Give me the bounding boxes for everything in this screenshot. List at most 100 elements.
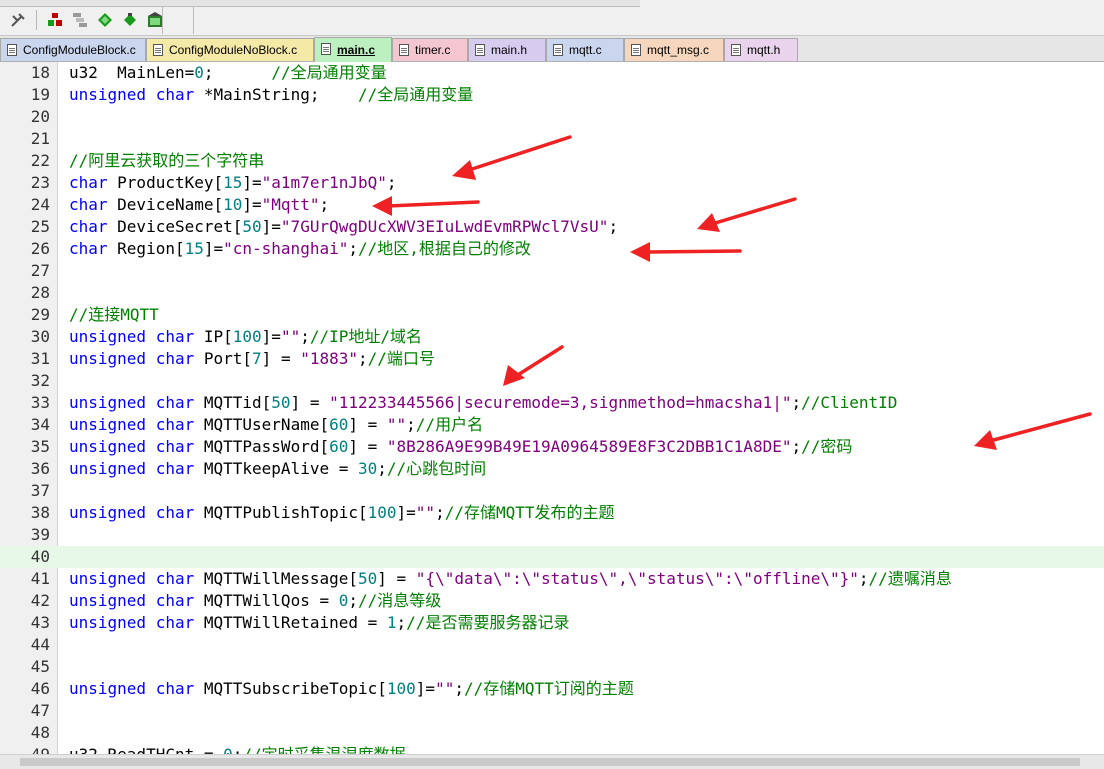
code-line[interactable]: 24 char DeviceName[10]="Mqtt"; bbox=[0, 194, 1104, 216]
code-line[interactable]: 28 bbox=[0, 282, 1104, 304]
code-token: u32 ReadTHCnt = bbox=[69, 745, 223, 754]
horizontal-scrollbar[interactable] bbox=[0, 754, 1104, 769]
scrollbar-thumb[interactable] bbox=[20, 758, 1080, 766]
tab-main-h[interactable]: main.h bbox=[468, 38, 546, 61]
code-editor[interactable]: 18 u32 MainLen=0; //全局通用变量 19 unsigned char… bbox=[0, 62, 1104, 754]
code-text: u32 ReadTHCnt = 0;//定时采集温湿度数据 bbox=[69, 744, 406, 754]
code-line[interactable]: 18 u32 MainLen=0; //全局通用变量 bbox=[0, 62, 1104, 84]
code-token: "{\"data\":\"status\",\"status\":\"offli… bbox=[415, 569, 859, 588]
green-diamond-icon[interactable] bbox=[95, 10, 115, 30]
tab-configmoduleblock-c[interactable]: ConfigModuleBlock.c bbox=[0, 38, 146, 61]
code-line[interactable]: 25 char DeviceSecret[50]="7GUrQwgDUcXWV3E… bbox=[0, 216, 1104, 238]
options-icon[interactable] bbox=[120, 10, 140, 30]
tab-mqtt-h[interactable]: mqtt.h bbox=[724, 38, 798, 61]
code-token: //是否需要服务器记录 bbox=[406, 613, 570, 632]
code-text: char Region[15]="cn-shanghai";//地区,根据自己的… bbox=[69, 238, 531, 260]
code-line[interactable]: 39 bbox=[0, 524, 1104, 546]
manage-components-icon[interactable] bbox=[70, 10, 90, 30]
code-token: "a1m7er1nJbQ" bbox=[261, 173, 387, 192]
code-line[interactable]: 41 unsigned char MQTTWillMessage[50] = "{… bbox=[0, 568, 1104, 590]
code-token: unsigned char bbox=[69, 503, 195, 522]
code-token: //连接MQTT bbox=[69, 305, 159, 324]
line-number: 47 bbox=[30, 701, 50, 720]
code-token: //端口号 bbox=[367, 349, 435, 368]
line-number: 30 bbox=[30, 327, 50, 346]
code-line[interactable]: 46 unsigned char MQTTSubscribeTopic[100]=… bbox=[0, 678, 1104, 700]
code-line[interactable]: 27 bbox=[0, 260, 1104, 282]
code-line[interactable]: 35 unsigned char MQTTPassWord[60] = "8B28… bbox=[0, 436, 1104, 458]
code-token: //遗嘱消息 bbox=[868, 569, 952, 588]
code-token: u32 MainLen= bbox=[69, 63, 195, 82]
code-line[interactable]: 33 unsigned char MQTTid[50] = "1122334455… bbox=[0, 392, 1104, 414]
code-token: 15 bbox=[223, 173, 243, 192]
code-token: MQTTWillMessage[ bbox=[194, 569, 358, 588]
code-token: unsigned char bbox=[69, 393, 195, 412]
code-text: char DeviceName[10]="Mqtt"; bbox=[69, 194, 329, 216]
code-token: ]= bbox=[415, 679, 436, 698]
tab-mqtt-msg-c[interactable]: mqtt_msg.c bbox=[624, 38, 724, 61]
code-line[interactable]: 22 //阿里云获取的三个字符串 bbox=[0, 150, 1104, 172]
build-target-icon[interactable] bbox=[8, 10, 28, 30]
code-token: Region[ bbox=[107, 239, 185, 258]
tab-configmodulenoblock-c[interactable]: ConfigModuleNoBlock.c bbox=[146, 38, 314, 61]
code-text: u32 MainLen=0; //全局通用变量 bbox=[69, 62, 387, 84]
code-text: unsigned char IP[100]="";//IP地址/域名 bbox=[69, 326, 422, 348]
code-line[interactable]: 19 unsigned char *MainString; //全局通用变量 bbox=[0, 84, 1104, 106]
line-number: 34 bbox=[30, 415, 50, 434]
code-token: //消息等级 bbox=[358, 591, 442, 610]
code-line[interactable]: 43 unsigned char MQTTWillRetained = 1;//是… bbox=[0, 612, 1104, 634]
code-line[interactable]: 30 unsigned char IP[100]="";//IP地址/域名 bbox=[0, 326, 1104, 348]
code-line[interactable]: 49 u32 ReadTHCnt = 0;//定时采集温湿度数据 bbox=[0, 744, 1104, 754]
code-token: MQTTPublishTopic[ bbox=[194, 503, 368, 522]
tab-label: ConfigModuleNoBlock.c bbox=[169, 43, 298, 57]
code-token: ; bbox=[406, 415, 416, 434]
code-line[interactable]: 45 bbox=[0, 656, 1104, 678]
line-number: 23 bbox=[30, 173, 50, 192]
file-tab-bar: ConfigModuleBlock.c ConfigModuleNoBlock.… bbox=[0, 36, 1104, 62]
code-text: unsigned char MQTTWillRetained = 1;//是否需… bbox=[69, 612, 569, 634]
code-line[interactable]: 23 char ProductKey[15]="a1m7er1nJbQ"; bbox=[0, 172, 1104, 194]
code-token: MQTTPassWord[ bbox=[194, 437, 330, 456]
file-icon bbox=[731, 44, 741, 56]
code-token: Port[ bbox=[194, 349, 253, 368]
code-token: "Mqtt" bbox=[261, 195, 320, 214]
code-line[interactable]: 21 bbox=[0, 128, 1104, 150]
line-number: 36 bbox=[30, 459, 50, 478]
code-line[interactable]: 38 unsigned char MQTTPublishTopic[100]=""… bbox=[0, 502, 1104, 524]
load-download-icon[interactable] bbox=[45, 10, 65, 30]
code-line[interactable]: 31 unsigned char Port[7] = "1883";//端口号 bbox=[0, 348, 1104, 370]
code-token: unsigned char bbox=[69, 459, 195, 478]
code-token: *MainString; bbox=[194, 85, 358, 104]
code-text: unsigned char MQTTWillMessage[50] = "{\"… bbox=[69, 568, 952, 590]
code-line[interactable]: 44 bbox=[0, 634, 1104, 656]
code-text: //连接MQTT bbox=[69, 304, 159, 326]
code-line[interactable]: 32 bbox=[0, 370, 1104, 392]
line-number: 49 bbox=[0, 744, 50, 754]
tab-timer-c[interactable]: timer.c bbox=[392, 38, 468, 61]
tab-main-c[interactable]: main.c bbox=[314, 37, 392, 62]
code-token: "8B286A9E99B49E19A0964589E8F3C2DBB1C1A8D… bbox=[386, 437, 792, 456]
code-line[interactable]: 34 unsigned char MQTTUserName[60] = "";//… bbox=[0, 414, 1104, 436]
code-token: ; bbox=[791, 437, 802, 456]
line-number: 46 bbox=[30, 679, 50, 698]
menu-strip bbox=[0, 0, 640, 7]
code-token: 50 bbox=[271, 393, 291, 412]
code-line[interactable]: 29 //连接MQTT bbox=[0, 304, 1104, 326]
code-line[interactable]: 40 bbox=[0, 546, 1104, 568]
code-token: ]= bbox=[242, 173, 262, 192]
code-line[interactable]: 42 unsigned char MQTTWillQos = 0;//消息等级 bbox=[0, 590, 1104, 612]
line-number: 25 bbox=[30, 217, 50, 236]
pack-installer-icon[interactable] bbox=[145, 10, 165, 30]
code-line[interactable]: 20 bbox=[0, 106, 1104, 128]
code-line[interactable]: 26 char Region[15]="cn-shanghai";//地区,根据自… bbox=[0, 238, 1104, 260]
file-icon bbox=[475, 44, 485, 56]
code-line[interactable]: 37 bbox=[0, 480, 1104, 502]
code-token: ; bbox=[203, 63, 272, 82]
code-line[interactable]: 36 unsigned char MQTTkeepAlive = 30;//心跳包… bbox=[0, 458, 1104, 480]
tab-mqtt-c[interactable]: mqtt.c bbox=[546, 38, 624, 61]
code-token: unsigned char bbox=[69, 327, 195, 346]
code-line[interactable]: 47 bbox=[0, 700, 1104, 722]
code-token: //IP地址/域名 bbox=[309, 327, 423, 346]
line-number: 40 bbox=[30, 547, 50, 566]
code-line[interactable]: 48 bbox=[0, 722, 1104, 744]
